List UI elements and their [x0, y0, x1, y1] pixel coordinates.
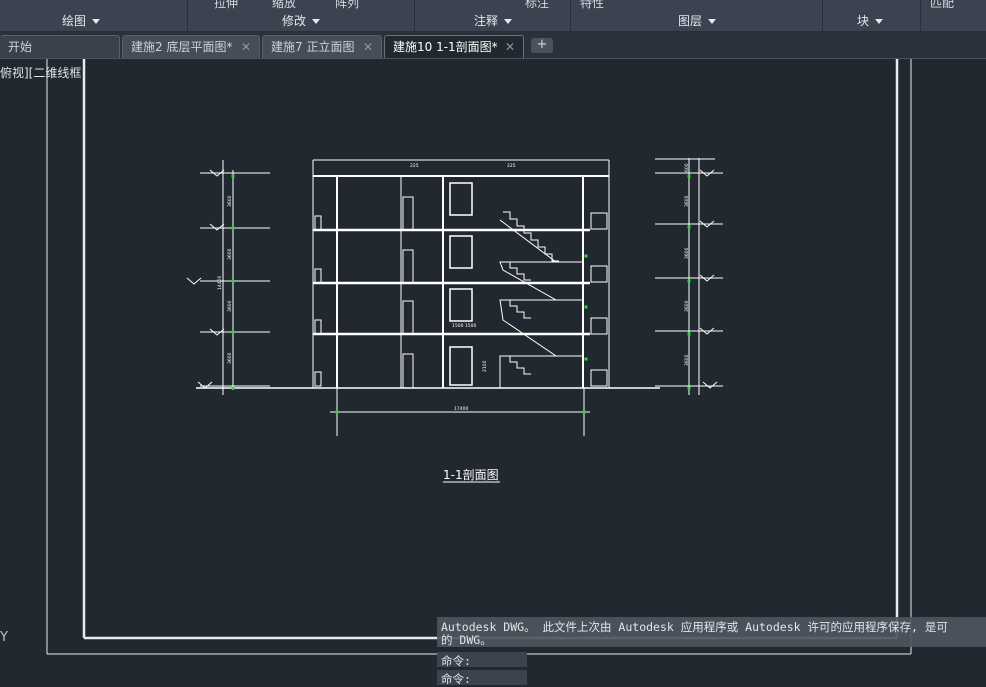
grip-marker[interactable] [584, 254, 588, 258]
top-dim-label: 225 [507, 163, 516, 169]
right-dim-label: 3600 [684, 247, 690, 259]
chevron-down-icon [92, 19, 101, 24]
array-command[interactable]: 阵列 [335, 0, 359, 9]
tab-floor-plan[interactable]: 建施2 底层平面图* ✕ [122, 35, 260, 58]
tab-front-elevation[interactable]: 建施7 正立面图 ✕ [262, 35, 382, 58]
command-prompt[interactable]: 命令: [441, 653, 471, 669]
grip-marker[interactable] [687, 225, 691, 229]
grip-marker[interactable] [584, 305, 588, 309]
command-history-line: 的 DWG。 [441, 633, 492, 647]
grip-marker[interactable] [687, 174, 691, 178]
panel-block[interactable]: 块 [857, 12, 884, 29]
inner-dim-label: 1500 1500 [452, 323, 476, 329]
grip-marker[interactable] [231, 174, 235, 178]
right-dim-label: 3600 [684, 300, 690, 312]
right-dim-label: 3600 [684, 354, 690, 366]
panel-modify[interactable]: 修改 [282, 12, 321, 29]
grip-marker[interactable] [584, 357, 588, 361]
ribbon: 拉伸 缩放 阵列 标注 特性 匹配 绘图 修改 注释 图层 块 [0, 0, 986, 32]
inner-dim-label: 2100 [482, 360, 488, 372]
chevron-down-icon [312, 19, 321, 24]
new-tab-button[interactable]: + [531, 38, 553, 53]
chevron-down-icon [708, 19, 717, 24]
grip-marker[interactable] [582, 410, 586, 414]
left-dim-label: 3600 [227, 300, 233, 312]
viewport-controls[interactable]: 俯视][二维线框 [0, 64, 81, 81]
tab-start[interactable]: 开始 [0, 35, 120, 58]
grip-marker[interactable] [335, 410, 339, 414]
close-icon[interactable]: ✕ [241, 36, 251, 58]
ucs-y-axis-label: Y [0, 630, 8, 645]
overall-dim-label: 17400 [454, 406, 468, 412]
grip-marker[interactable] [687, 279, 691, 283]
file-tab-bar: 开始 建施2 底层平面图* ✕ 建施7 正立面图 ✕ 建施10 1-1剖面图* … [0, 32, 986, 59]
dimension-command[interactable]: 标注 [525, 0, 549, 9]
right-dim-label: 3600 [684, 195, 690, 207]
panel-divider [414, 0, 415, 31]
command-prompt[interactable]: 命令: [441, 671, 471, 687]
command-history-line: Autodesk DWG。 此文件上次由 Autodesk 应用程序或 Auto… [441, 620, 948, 634]
left-dim-label: 3600 [227, 352, 233, 364]
grip-marker[interactable] [231, 386, 235, 390]
panel-annotation[interactable]: 注释 [474, 12, 513, 29]
chevron-down-icon [875, 19, 884, 24]
grip-marker[interactable] [687, 386, 691, 390]
panel-draw[interactable]: 绘图 [62, 12, 101, 29]
grip-marker[interactable] [231, 226, 235, 230]
grip-marker[interactable] [687, 332, 691, 336]
close-icon[interactable]: ✕ [505, 36, 515, 58]
sheet-border [46, 59, 912, 655]
tab-section-1-1[interactable]: 建施10 1-1剖面图* ✕ [384, 35, 524, 58]
panel-divider [187, 0, 188, 31]
panel-divider [570, 0, 571, 31]
match-command[interactable]: 匹配 [930, 0, 954, 9]
chevron-down-icon [504, 19, 513, 24]
section-drawing [186, 158, 723, 483]
right-dim-label: 600 [684, 163, 690, 172]
close-icon[interactable]: ✕ [363, 36, 373, 58]
drawing-canvas[interactable]: 225 225 17400 3600 3600 3600 3600 14400 … [0, 59, 986, 682]
drawing-title: 1-1剖面图 [443, 468, 499, 482]
stretch-command[interactable]: 拉伸 [214, 0, 238, 9]
scale-command[interactable]: 缩放 [272, 0, 296, 9]
panel-divider [822, 0, 823, 31]
grip-markers [231, 174, 691, 414]
properties-command[interactable]: 特性 [580, 0, 604, 9]
ribbon-commands-row: 拉伸 缩放 阵列 标注 特性 匹配 [0, 0, 986, 9]
left-dim-label: 14400 [217, 276, 223, 290]
grip-marker[interactable] [231, 279, 235, 283]
left-dim-label: 3600 [227, 248, 233, 260]
grip-marker[interactable] [231, 330, 235, 334]
top-dim-label: 225 [410, 163, 419, 169]
panel-divider [920, 0, 921, 31]
left-dim-label: 3600 [227, 195, 233, 207]
panel-layers[interactable]: 图层 [678, 12, 717, 29]
dimension-labels: 225 225 17400 3600 3600 3600 3600 14400 … [217, 163, 690, 482]
